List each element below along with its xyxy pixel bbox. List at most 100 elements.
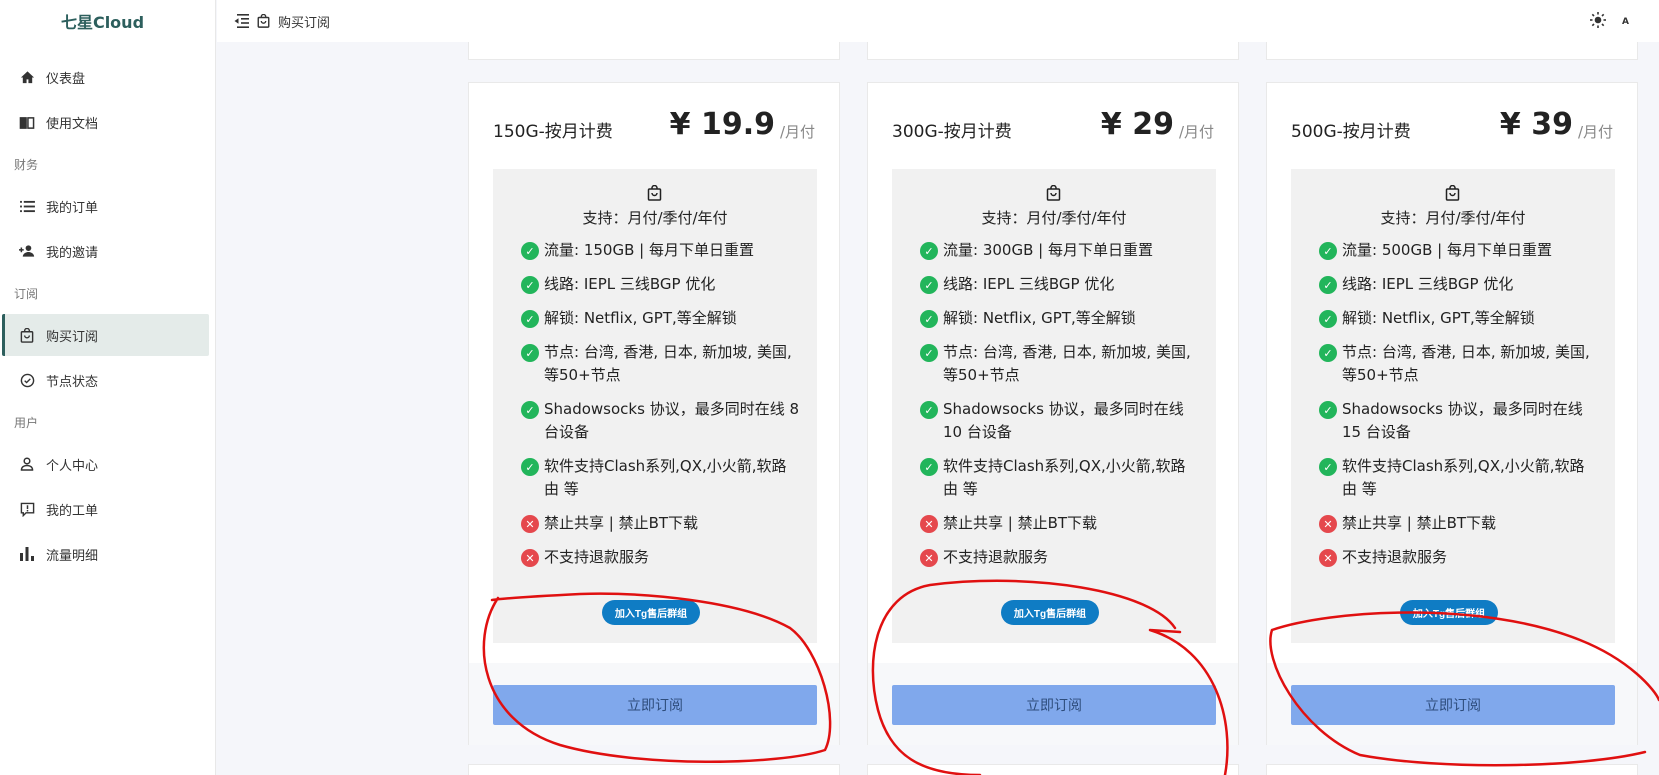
plan-price: ¥ 29	[1100, 107, 1174, 142]
feature-item: ✓ 流量: 300GB | 每月下单日重置	[920, 239, 1200, 262]
check-icon: ✓	[1319, 458, 1337, 476]
sidebar-item-invites[interactable]: 我的邀请	[2, 230, 209, 272]
check-icon: ✓	[920, 310, 938, 328]
feature-text: 解锁: Netflix, GPT,等全解锁	[1342, 309, 1535, 327]
feature-box: 支持：月付/季付/年付 ✓ 流量: 150GB | 每月下单日重置 ✓ 线路: IEP…	[493, 169, 817, 643]
feature-item: ✓ 流量: 150GB | 每月下单日重置	[521, 239, 801, 262]
cross-icon: ✕	[920, 515, 938, 533]
feature-item: ✓ 软件支持Clash系列,QX,小火箭,软路由 等	[920, 455, 1200, 501]
feature-item: ✓ 解锁: Netflix, GPT,等全解锁	[521, 307, 801, 330]
cross-icon: ✕	[1319, 549, 1337, 567]
subscribe-now-button[interactable]: 立即订阅	[1291, 685, 1615, 725]
language-switch[interactable]: A	[1622, 17, 1629, 27]
sidebar-item-node-status[interactable]: 节点状态	[2, 359, 209, 401]
feature-box: 支持：月付/季付/年付 ✓ 流量: 300GB | 每月下单日重置 ✓ 线路: IEP…	[892, 169, 1216, 643]
feature-text: 软件支持Clash系列,QX,小火箭,软路由 等	[943, 457, 1186, 498]
check-icon: ✓	[521, 401, 539, 419]
person-icon	[18, 455, 36, 473]
check-icon: ✓	[920, 458, 938, 476]
feature-text: 禁止共享 | 禁止BT下载	[544, 514, 699, 532]
feature-text: 软件支持Clash系列,QX,小火箭,软路由 等	[544, 457, 787, 498]
plan-price: ¥ 19.9	[669, 107, 775, 142]
feature-text: 软件支持Clash系列,QX,小火箭,软路由 等	[1342, 457, 1585, 498]
subscribe-now-button[interactable]: 立即订阅	[493, 685, 817, 725]
feature-item: ✓ Shadowsocks 协议，最多同时在线 8 台设备	[521, 398, 801, 444]
list-icon	[18, 197, 36, 215]
sidebar: 七星Cloud 仪表盘 使用文档 财务 我的订单 我的邀请 订阅 购买订阅 节点…	[0, 0, 216, 775]
feature-box: 支持：月付/季付/年付 ✓ 流量: 500GB | 每月下单日重置 ✓ 线路: IEP…	[1291, 169, 1615, 643]
feature-item: ✓ 线路: IEPL 三线BGP 优化	[920, 273, 1200, 296]
sidebar-item-profile[interactable]: 个人中心	[2, 443, 209, 485]
page-title: 购买订阅	[278, 15, 331, 31]
feature-item: ✓ Shadowsocks 协议，最多同时在线 10 台设备	[920, 398, 1200, 444]
feature-item: ✓ 解锁: Netflix, GPT,等全解锁	[920, 307, 1200, 330]
sidebar-item-tickets[interactable]: 我的工单	[2, 488, 209, 530]
section-subscribe: 订阅	[14, 286, 39, 301]
plan-name: 300G-按月计费	[892, 122, 1012, 142]
plan-period: /月付	[1178, 123, 1214, 141]
feature-text: 节点: 台湾, 香港, 日本, 新加坡, 美国, 等50+节点	[1342, 343, 1590, 384]
check-icon: ✓	[920, 276, 938, 294]
feature-item: ✓ 节点: 台湾, 香港, 日本, 新加坡, 美国, 等50+节点	[1319, 341, 1599, 387]
card-stub-bottom	[468, 764, 840, 775]
feature-list: ✓ 流量: 150GB | 每月下单日重置 ✓ 线路: IEPL 三线BGP 优化 ✓ 解…	[521, 239, 801, 580]
plan-price: ¥ 39	[1499, 107, 1573, 142]
shopping-bag-icon	[18, 326, 36, 344]
sidebar-item-label: 购买订阅	[46, 329, 99, 345]
shopping-bag-icon	[257, 14, 270, 28]
feature-item: ✓ 流量: 500GB | 每月下单日重置	[1319, 239, 1599, 262]
sidebar-item-label: 我的邀请	[46, 245, 99, 261]
shopping-bag-icon	[1046, 184, 1061, 205]
feature-text: 节点: 台湾, 香港, 日本, 新加坡, 美国, 等50+节点	[544, 343, 792, 384]
section-finance: 财务	[14, 157, 39, 172]
check-icon: ✓	[1319, 276, 1337, 294]
check-icon: ✓	[1319, 401, 1337, 419]
feature-text: 禁止共享 | 禁止BT下载	[1342, 514, 1497, 532]
join-tg-group-button[interactable]: 加入Tg售后群组	[1400, 600, 1498, 625]
feature-item: ✕ 禁止共享 | 禁止BT下载	[920, 512, 1200, 535]
check-icon: ✓	[521, 310, 539, 328]
feature-text: 流量: 300GB | 每月下单日重置	[943, 241, 1153, 259]
sidebar-item-label: 节点状态	[46, 374, 99, 390]
sidebar-item-orders[interactable]: 我的订单	[2, 185, 209, 227]
join-tg-group-button[interactable]: 加入Tg售后群组	[1001, 600, 1099, 625]
plan-card: 500G-按月计费 ¥ 39 /月付 支持：月付/季付/年付 ✓ 流量: 500G…	[1266, 82, 1638, 745]
payment-support-text: 支持：月付/季付/年付	[981, 209, 1127, 227]
cross-icon: ✕	[521, 549, 539, 567]
feature-text: 节点: 台湾, 香港, 日本, 新加坡, 美国, 等50+节点	[943, 343, 1191, 384]
home-icon	[18, 68, 36, 86]
book-icon	[18, 113, 36, 131]
subscribe-now-button[interactable]: 立即订阅	[892, 685, 1216, 725]
shopping-bag-icon	[1445, 184, 1460, 205]
card-stub-top	[1266, 42, 1638, 60]
brand-logo[interactable]: 七星Cloud	[0, 0, 215, 42]
sidebar-item-docs[interactable]: 使用文档	[2, 101, 209, 143]
feature-text: 不支持退款服务	[544, 548, 650, 566]
cross-icon: ✕	[920, 549, 938, 567]
feature-text: 不支持退款服务	[1342, 548, 1448, 566]
feature-text: Shadowsocks 协议，最多同时在线 8 台设备	[544, 400, 800, 441]
plan-period: /月付	[779, 123, 815, 141]
feature-list: ✓ 流量: 500GB | 每月下单日重置 ✓ 线路: IEPL 三线BGP 优化 ✓ 解…	[1319, 239, 1599, 580]
feature-item: ✓ 软件支持Clash系列,QX,小火箭,软路由 等	[521, 455, 801, 501]
feature-item: ✕ 不支持退款服务	[920, 546, 1200, 569]
feature-item: ✓ 节点: 台湾, 香港, 日本, 新加坡, 美国, 等50+节点	[920, 341, 1200, 387]
sidebar-item-buy-subscription[interactable]: 购买订阅	[2, 314, 209, 356]
card-stub-bottom	[1266, 764, 1638, 775]
plan-header: 150G-按月计费 ¥ 19.9 /月付	[493, 107, 815, 151]
check-icon: ✓	[521, 458, 539, 476]
feature-item: ✓ 线路: IEPL 三线BGP 优化	[521, 273, 801, 296]
sidebar-item-traffic[interactable]: 流量明细	[2, 533, 209, 575]
section-user: 用户	[14, 415, 39, 430]
check-icon: ✓	[1319, 242, 1337, 260]
cross-icon: ✕	[1319, 515, 1337, 533]
sidebar-item-label: 流量明细	[46, 548, 99, 564]
feature-item: ✕ 禁止共享 | 禁止BT下载	[1319, 512, 1599, 535]
join-tg-group-button[interactable]: 加入Tg售后群组	[602, 600, 700, 625]
feature-item: ✓ 解锁: Netflix, GPT,等全解锁	[1319, 307, 1599, 330]
menu-collapse-icon[interactable]	[233, 14, 249, 28]
check-icon: ✓	[920, 242, 938, 260]
plan-card: 150G-按月计费 ¥ 19.9 /月付 支持：月付/季付/年付 ✓ 流量: 15…	[468, 82, 840, 745]
sidebar-item-dashboard[interactable]: 仪表盘	[2, 56, 209, 98]
theme-toggle-sun-icon[interactable]	[1590, 12, 1607, 32]
